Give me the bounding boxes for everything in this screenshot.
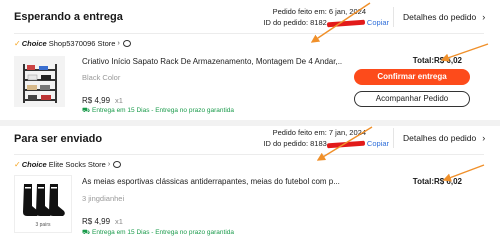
chat-icon[interactable] [122, 40, 131, 47]
product-price: R$ 4,99 [82, 217, 111, 226]
copy-order-id-link[interactable]: Copiar [367, 139, 389, 148]
product-title[interactable]: As meias esportivas clássicas antiderrap… [82, 177, 342, 186]
truck-icon: ⛟ [82, 107, 91, 114]
chat-icon[interactable] [113, 161, 122, 168]
store-row[interactable]: ✓ Choice Elite Socks Store › [14, 160, 122, 169]
order-id-row: ID do pedido: 8183 Copiar [263, 139, 389, 148]
order-id-redaction [326, 19, 365, 27]
order-details-link[interactable]: Detalhes do pedido › [403, 12, 485, 22]
store-row[interactable]: ✓ Choice Shop5370096 Store › [14, 39, 131, 48]
order-status-title: Esperando a entrega [14, 11, 123, 23]
order-id-redaction [326, 140, 365, 148]
copy-order-id-link[interactable]: Copiar [367, 18, 389, 27]
product-quantity: x1 [115, 96, 123, 105]
card-divider [14, 33, 484, 34]
product-variant: 3 jingdianhei [82, 194, 125, 203]
order-details-link[interactable]: Detalhes do pedido › [403, 133, 485, 143]
order-id-row: ID do pedido: 8182 Copiar [263, 18, 389, 27]
header-divider [393, 128, 394, 148]
product-thumbnail[interactable]: 3 pairs [14, 175, 72, 233]
order-id-label: ID do pedido: [263, 18, 309, 27]
track-order-button[interactable]: Acompanhar Pedido [354, 91, 470, 107]
chevron-right-icon: › [482, 12, 486, 22]
order-details-label: Detalhes do pedido [403, 12, 477, 22]
order-id-label: ID do pedido: [263, 139, 309, 148]
order-date: Pedido feito em: 7 jan, 2024 [272, 128, 366, 137]
shoe-rack-image [14, 56, 65, 107]
header-divider [393, 7, 394, 27]
delivery-text: Entrega em 15 Dias - Entrega no prazo ga… [92, 107, 235, 114]
delivery-info: ⛟ Entrega em 15 Dias - Entrega no prazo … [82, 228, 234, 237]
chevron-right-icon: › [107, 161, 111, 168]
order-status-title: Para ser enviado [14, 133, 103, 145]
product-quantity: x1 [115, 217, 123, 226]
order-details-label: Detalhes do pedido [403, 133, 477, 143]
choice-check-icon: ✓ [14, 160, 21, 169]
choice-badge: Choice [21, 160, 47, 169]
thumb-caption: 3 pairs [35, 222, 51, 228]
section-gap [0, 120, 500, 126]
card-divider [14, 154, 484, 155]
truck-icon: ⛟ [82, 229, 91, 236]
confirm-delivery-button[interactable]: Confirmar entrega [354, 69, 470, 85]
chevron-right-icon: › [117, 40, 120, 47]
socks-image: 3 pairs [15, 176, 71, 232]
delivery-info: ⛟ Entrega em 15 Dias - Entrega no prazo … [82, 106, 234, 115]
order-id-value: 8182 [310, 18, 327, 27]
order-id-value: 8183 [310, 139, 327, 148]
order-total: Total:R$ 6,02 [412, 56, 462, 65]
choice-badge: Choice [21, 39, 47, 48]
order-total: Total:R$ 6,02 [412, 177, 462, 186]
chevron-right-icon: › [482, 133, 486, 143]
choice-check-icon: ✓ [14, 39, 21, 48]
store-name: Shop5370096 Store [48, 39, 116, 48]
order-date: Pedido feito em: 6 jan, 2024 [272, 7, 366, 16]
product-variant: Black Color [82, 73, 121, 82]
store-name: Elite Socks Store [48, 160, 106, 169]
delivery-text: Entrega em 15 Dias - Entrega no prazo ga… [92, 229, 235, 236]
product-title[interactable]: Criativo Início Sapato Rack De Armazenam… [82, 57, 342, 66]
product-price: R$ 4,99 [82, 96, 111, 105]
product-thumbnail[interactable] [14, 56, 65, 107]
price-row: R$ 4,99 x1 [82, 211, 123, 229]
